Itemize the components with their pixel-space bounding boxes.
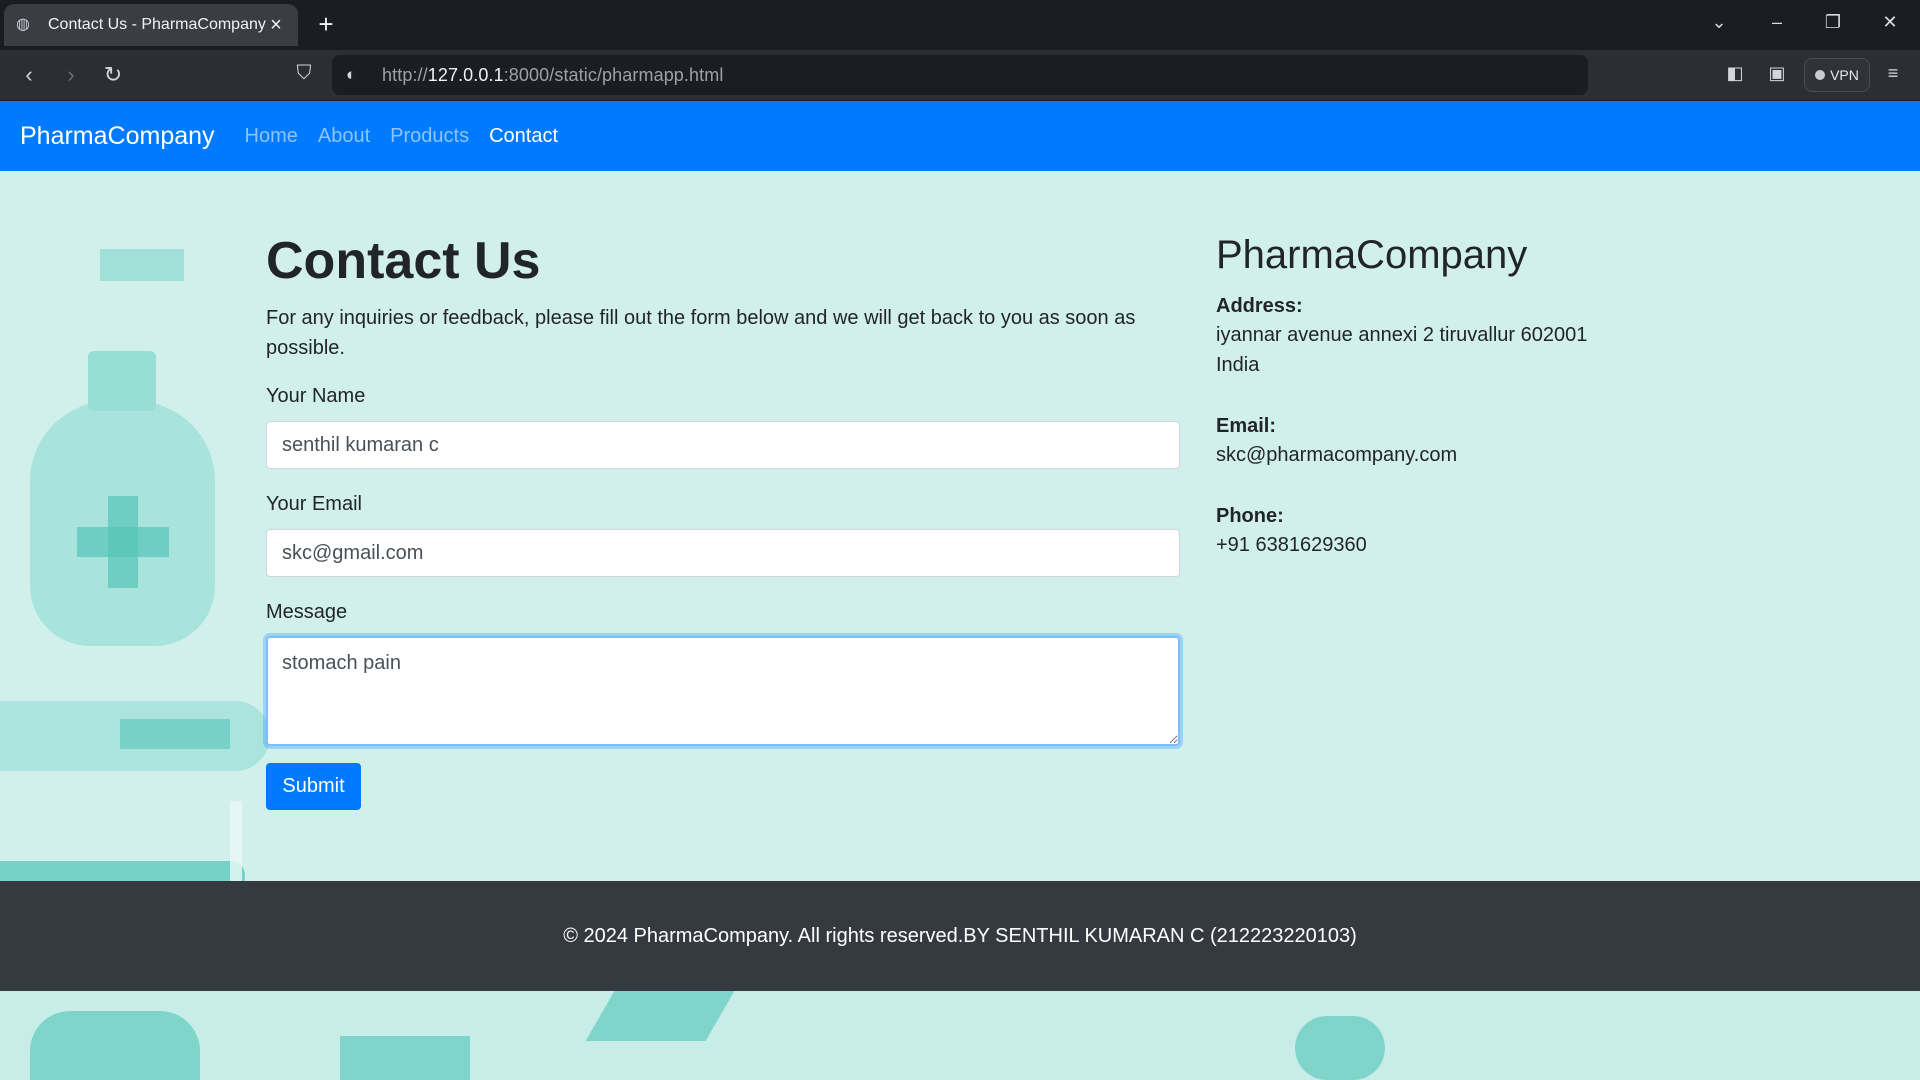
phone-number: +91 6381629360 [1216,534,1367,556]
site-info-icon[interactable]: ◐ [346,65,366,85]
background-decoration [340,1036,470,1080]
browser-tab-bar: ◍ Contact Us - PharmaCompany × + ⌄ – ❐ ✕ [0,0,1920,50]
browser-tab[interactable]: ◍ Contact Us - PharmaCompany × [4,4,298,46]
browser-toolbar: ‹ › ↻ ⛉ ◐ http://127.0.0.1:8000/static/p… [0,50,1920,100]
tab-title: Contact Us - PharmaCompany [48,16,266,33]
address-line-2: India [1216,354,1260,376]
nav-link-contact[interactable]: Contact [489,125,558,148]
vpn-label: VPN [1830,67,1859,83]
nav-link-products[interactable]: Products [390,125,469,148]
background-decoration [30,1011,200,1080]
message-label: Message [266,601,348,623]
background-decoration [585,991,735,1041]
background-cross-icon [77,527,169,557]
navbar-brand[interactable]: PharmaCompany [20,122,215,151]
vpn-button[interactable]: VPN [1804,58,1870,92]
background-decoration [0,991,1920,1080]
address-line-1: iyannar avenue annexi 2 tiruvallur 60200… [1216,324,1588,346]
new-tab-button[interactable]: + [314,10,338,38]
sidebar-toggle-icon[interactable]: ◧ [1722,63,1748,84]
globe-icon: ◍ [16,16,30,33]
intro-text: For any inquiries or feedback, please fi… [266,307,1136,359]
site-footer: © 2024 PharmaCompany. All rights reserve… [0,881,1920,991]
wallet-icon[interactable]: ▣ [1764,63,1790,84]
background-decoration [120,719,230,749]
nav-link-about[interactable]: About [318,125,370,148]
submit-button[interactable]: Submit [266,763,361,810]
phone-label: Phone: [1216,505,1284,527]
vpn-status-icon [1815,70,1826,80]
address-label: Address: [1216,295,1303,317]
nav-link-home[interactable]: Home [245,125,298,148]
page: PharmaCompany Home About Products Contac… [0,101,1920,1080]
minimize-button[interactable]: – [1762,12,1792,33]
name-input[interactable] [266,421,1180,469]
bookmark-icon[interactable]: ⛉ [292,62,316,85]
reload-button[interactable]: ↻ [98,62,128,88]
background-decoration [1295,1016,1385,1080]
background-decoration [100,249,184,281]
tab-list-chevron-icon[interactable]: ⌄ [1704,12,1734,33]
back-button[interactable]: ‹ [14,62,44,88]
close-window-button[interactable]: ✕ [1875,12,1905,33]
email-input[interactable] [266,529,1180,577]
address-bar[interactable]: ◐ http://127.0.0.1:8000/static/pharmapp.… [332,55,1588,95]
email-label: Your Email [266,493,362,515]
message-textarea[interactable]: stomach pain [266,636,1180,746]
company-name: PharmaCompany [1216,233,1528,277]
name-label: Your Name [266,385,366,407]
company-email: skc@pharmacompany.com [1216,444,1458,466]
forward-button[interactable]: › [56,62,86,88]
tab-close-icon[interactable]: × [266,14,286,37]
footer-text: © 2024 PharmaCompany. All rights reserve… [563,924,1357,947]
url-text: http://127.0.0.1:8000/static/pharmapp.ht… [382,64,724,85]
site-navbar: PharmaCompany Home About Products Contac… [0,101,1920,171]
menu-icon[interactable]: ≡ [1880,63,1906,84]
company-email-label: Email: [1216,415,1277,437]
restore-button[interactable]: ❐ [1818,12,1848,33]
page-title: Contact Us [266,232,541,290]
